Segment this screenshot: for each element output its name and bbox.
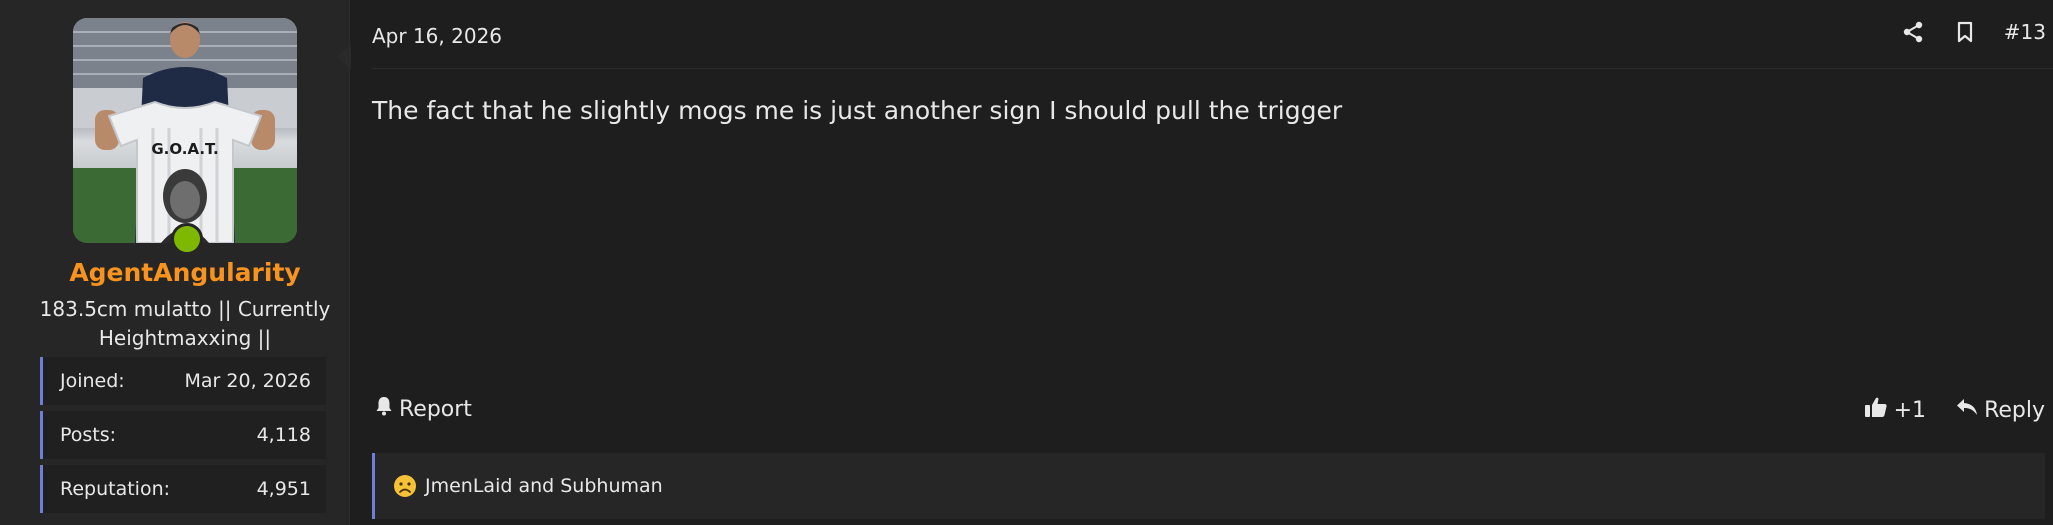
post-footer-actions: +1 Reply (1864, 396, 2045, 424)
reply-label: Reply (1984, 397, 2045, 423)
post-header-actions: #13 (1900, 19, 2046, 45)
report-button[interactable]: Report (375, 396, 472, 422)
online-status-indicator (171, 223, 203, 255)
post-number-link[interactable]: #13 (2004, 20, 2046, 44)
sad-face-icon (393, 474, 417, 498)
user-stats: Joined: Mar 20, 2026 Posts: 4,118 Reputa… (40, 357, 326, 519)
stat-value[interactable]: 4,118 (257, 424, 311, 446)
report-label: Report (399, 396, 472, 422)
stat-value: Mar 20, 2026 (184, 370, 312, 392)
user-sidebar: G.O.A.T. AgentAngularity 183.5cm mulatto… (0, 0, 351, 525)
header-divider (372, 68, 2053, 69)
username[interactable]: AgentAngularity (0, 258, 370, 287)
thumbs-up-icon (1864, 396, 1888, 424)
stat-reputation: Reputation: 4,951 (40, 465, 326, 513)
stat-value: 4,951 (256, 478, 311, 500)
avatar-wrap: G.O.A.T. (73, 18, 297, 255)
reactions-users[interactable]: JmenLaid and Subhuman (425, 475, 663, 497)
post-main: Apr 16, 2026 #13 The fact that he slight… (352, 0, 2053, 525)
bookmark-icon[interactable] (1952, 19, 1978, 45)
share-icon[interactable] (1900, 19, 1926, 45)
like-button[interactable]: +1 (1864, 396, 1926, 424)
forum-post: G.O.A.T. AgentAngularity 183.5cm mulatto… (0, 0, 2053, 525)
bell-icon (375, 396, 393, 422)
reactions-bar[interactable]: JmenLaid and Subhuman (372, 453, 2045, 519)
message-arrow (337, 44, 351, 70)
user-title: 183.5cm mulatto || Currently Heightmaxxi… (39, 297, 331, 350)
stat-joined: Joined: Mar 20, 2026 (40, 357, 326, 405)
like-count: +1 (1893, 397, 1927, 423)
stat-label: Posts: (60, 424, 117, 446)
avatar-image: G.O.A.T. (73, 18, 297, 243)
reply-icon (1956, 397, 1978, 423)
stat-label: Reputation: (60, 478, 171, 500)
post-message: The fact that he slightly mogs me is jus… (372, 96, 1343, 125)
post-date[interactable]: Apr 16, 2026 (372, 24, 502, 48)
avatar[interactable]: G.O.A.T. (73, 18, 297, 243)
reply-button[interactable]: Reply (1956, 397, 2045, 423)
avatar-shirt-text: G.O.A.T. (151, 140, 218, 158)
stat-label: Joined: (60, 370, 125, 392)
stat-posts: Posts: 4,118 (40, 411, 326, 459)
